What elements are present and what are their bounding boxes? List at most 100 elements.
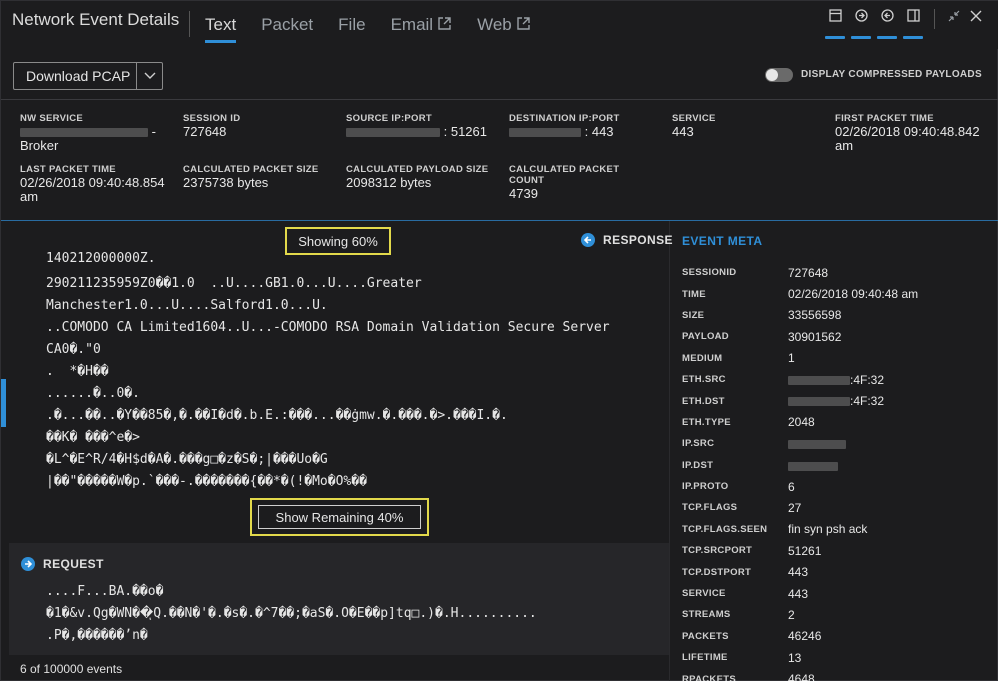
window-title: Network Event Details bbox=[12, 10, 180, 29]
meta-value[interactable]: 4648 bbox=[788, 672, 815, 681]
next-event-button[interactable] bbox=[874, 9, 900, 43]
download-pcap-label: Download PCAP bbox=[26, 68, 131, 84]
tab-web[interactable]: Web bbox=[477, 15, 531, 35]
payload-line: Manchester1.0...U....Salford1.0...U. bbox=[46, 298, 328, 313]
meta-key: LIFETIME bbox=[682, 652, 728, 664]
meta-value[interactable]: 51261 bbox=[788, 544, 821, 558]
meta-value[interactable]: 33556598 bbox=[788, 308, 841, 322]
download-pcap-button[interactable]: Download PCAP bbox=[13, 62, 163, 90]
redacted-host bbox=[20, 128, 148, 138]
active-indicator bbox=[851, 36, 871, 39]
meta-value[interactable]: 727648 bbox=[788, 266, 828, 280]
meta-key: TCP.FLAGS bbox=[682, 502, 738, 514]
meta-value[interactable] bbox=[788, 437, 846, 451]
meta-key: ETH.SRC bbox=[682, 374, 726, 386]
payload-line: .P�,������ʼn� bbox=[46, 628, 148, 643]
show-remaining-button[interactable]: Show Remaining 40% bbox=[258, 505, 421, 529]
meta-value[interactable]: 443 bbox=[788, 587, 808, 601]
scroll-indicator[interactable] bbox=[1, 379, 6, 427]
meta-row: TIME 02/26/2018 09:40:48 am bbox=[682, 283, 992, 304]
destination-port: : 443 bbox=[584, 124, 614, 139]
meta-value[interactable]: :4F:32 bbox=[788, 394, 884, 408]
meta-value[interactable]: 27 bbox=[788, 501, 801, 515]
meta-value-text: 443 bbox=[788, 565, 809, 580]
session-id-value: 727648 bbox=[183, 124, 227, 139]
meta-row: LIFETIME 13 bbox=[682, 647, 992, 668]
meta-value[interactable]: 02/26/2018 09:40:48 am bbox=[788, 287, 918, 301]
meta-value[interactable]: 2 bbox=[788, 608, 795, 622]
meta-row: SESSIONID 727648 bbox=[682, 262, 992, 283]
header: Network Event Details Text Packet File E… bbox=[1, 1, 998, 49]
tab-text-label: Text bbox=[205, 15, 237, 34]
source-value: : 51261 bbox=[346, 125, 506, 139]
meta-value-text: 2048 bbox=[788, 415, 815, 430]
layout-side-button[interactable] bbox=[900, 9, 926, 43]
tab-file[interactable]: File bbox=[338, 15, 365, 35]
meta-value-text: fin syn psh ack bbox=[788, 522, 868, 537]
controls-divider bbox=[934, 9, 935, 29]
service-value: 443 bbox=[672, 124, 694, 139]
payload-line: |��"�����W�p.`���-.�������{��*�(!�Mo�O%�… bbox=[46, 474, 367, 489]
meta-value[interactable]: :4F:32 bbox=[788, 373, 884, 387]
request-label: REQUEST bbox=[43, 557, 104, 571]
meta-key: TCP.FLAGS.SEEN bbox=[682, 523, 768, 535]
meta-key: MEDIUM bbox=[682, 352, 723, 364]
meta-row: SIZE 33556598 bbox=[682, 305, 992, 326]
payload-line: CA0�."0 bbox=[46, 342, 101, 357]
response-first-line-wrap: 140212000000Z. bbox=[46, 247, 156, 263]
payload-line: .�...��..�Y��85�,�.��I�d�.b.E.:���...��ġ… bbox=[46, 408, 508, 423]
panel-divider bbox=[669, 221, 670, 681]
title-divider bbox=[189, 11, 190, 37]
payload-line: �1�&v.Qg�WN��ͅQ.��N�'�.�s�.�^7��;�aS�.O�… bbox=[46, 606, 537, 621]
tab-text[interactable]: Text bbox=[205, 15, 237, 43]
tab-email[interactable]: Email bbox=[391, 15, 453, 35]
collapse-button[interactable] bbox=[943, 9, 965, 29]
request-panel: REQUEST ....F...BA.��o� �1�&v.Qg�WN��ͅQ.… bbox=[9, 543, 669, 655]
event-meta-title[interactable]: EVENT META bbox=[682, 234, 762, 248]
tab-packet[interactable]: Packet bbox=[261, 15, 313, 35]
layout-top-button[interactable] bbox=[822, 9, 848, 43]
meta-value-text: 13 bbox=[788, 650, 802, 665]
collapse-icon bbox=[948, 10, 960, 22]
nw-service-value: - Broker bbox=[20, 125, 180, 153]
arrow-right-icon bbox=[21, 557, 35, 571]
meta-value-text: 46246 bbox=[788, 629, 822, 644]
meta-key: TIME bbox=[682, 288, 706, 300]
event-meta-panel: EVENT META SESSIONID 727648 TIME 02/26/2018… bbox=[671, 229, 998, 681]
meta-value-text: 2 bbox=[788, 607, 795, 622]
destination-label: DESTINATION IP:PORT bbox=[509, 113, 620, 124]
meta-value[interactable]: 30901562 bbox=[788, 330, 841, 344]
meta-value[interactable]: 13 bbox=[788, 651, 801, 665]
meta-value[interactable] bbox=[788, 458, 838, 472]
meta-value-text: 02/26/2018 09:40:48 am bbox=[788, 287, 919, 302]
meta-value[interactable]: 2048 bbox=[788, 415, 815, 429]
meta-value-text: 443 bbox=[788, 586, 809, 601]
last-packet-value: 02/26/2018 09:40:48.854 am bbox=[20, 175, 165, 204]
panel-top-icon bbox=[828, 9, 842, 27]
meta-value[interactable]: 6 bbox=[788, 480, 795, 494]
first-packet-label: FIRST PACKET TIME bbox=[835, 113, 934, 124]
packet-size-label: CALCULATED PACKET SIZE bbox=[183, 164, 319, 175]
meta-row: ETH.SRC :4F:32 bbox=[682, 369, 992, 390]
meta-value[interactable]: 1 bbox=[788, 351, 795, 365]
meta-row: PACKETS 46246 bbox=[682, 626, 992, 647]
meta-key: STREAMS bbox=[682, 609, 731, 621]
session-id-cell: SESSION ID 727648 bbox=[183, 113, 343, 139]
close-button[interactable] bbox=[965, 9, 987, 29]
packet-count-label: CALCULATED PACKET COUNT bbox=[509, 164, 620, 186]
show-remaining-highlight: Show Remaining 40% bbox=[250, 498, 429, 536]
meta-value[interactable]: 46246 bbox=[788, 629, 821, 643]
packet-count-cell: CALCULATED PACKET COUNT 4739 bbox=[509, 164, 629, 201]
request-header[interactable]: REQUEST bbox=[21, 557, 104, 571]
showing-percent-badge: Showing 60% bbox=[285, 227, 391, 255]
redacted-value bbox=[788, 375, 850, 385]
payload-line: �L^�E^R/4�H$d�A�.���g□�z�S�;|���Uo�G bbox=[46, 452, 328, 467]
download-options-dropdown[interactable] bbox=[136, 63, 162, 89]
compressed-payloads-toggle[interactable] bbox=[765, 68, 793, 82]
payload-size-value: 2098312 bytes bbox=[346, 175, 432, 190]
prev-event-button[interactable] bbox=[848, 9, 874, 43]
meta-value[interactable]: 443 bbox=[788, 565, 808, 579]
response-header[interactable]: RESPONSE bbox=[581, 233, 673, 247]
first-packet-cell: FIRST PACKET TIME 02/26/2018 09:40:48.84… bbox=[835, 113, 995, 153]
meta-value[interactable]: fin syn psh ack bbox=[788, 522, 867, 536]
